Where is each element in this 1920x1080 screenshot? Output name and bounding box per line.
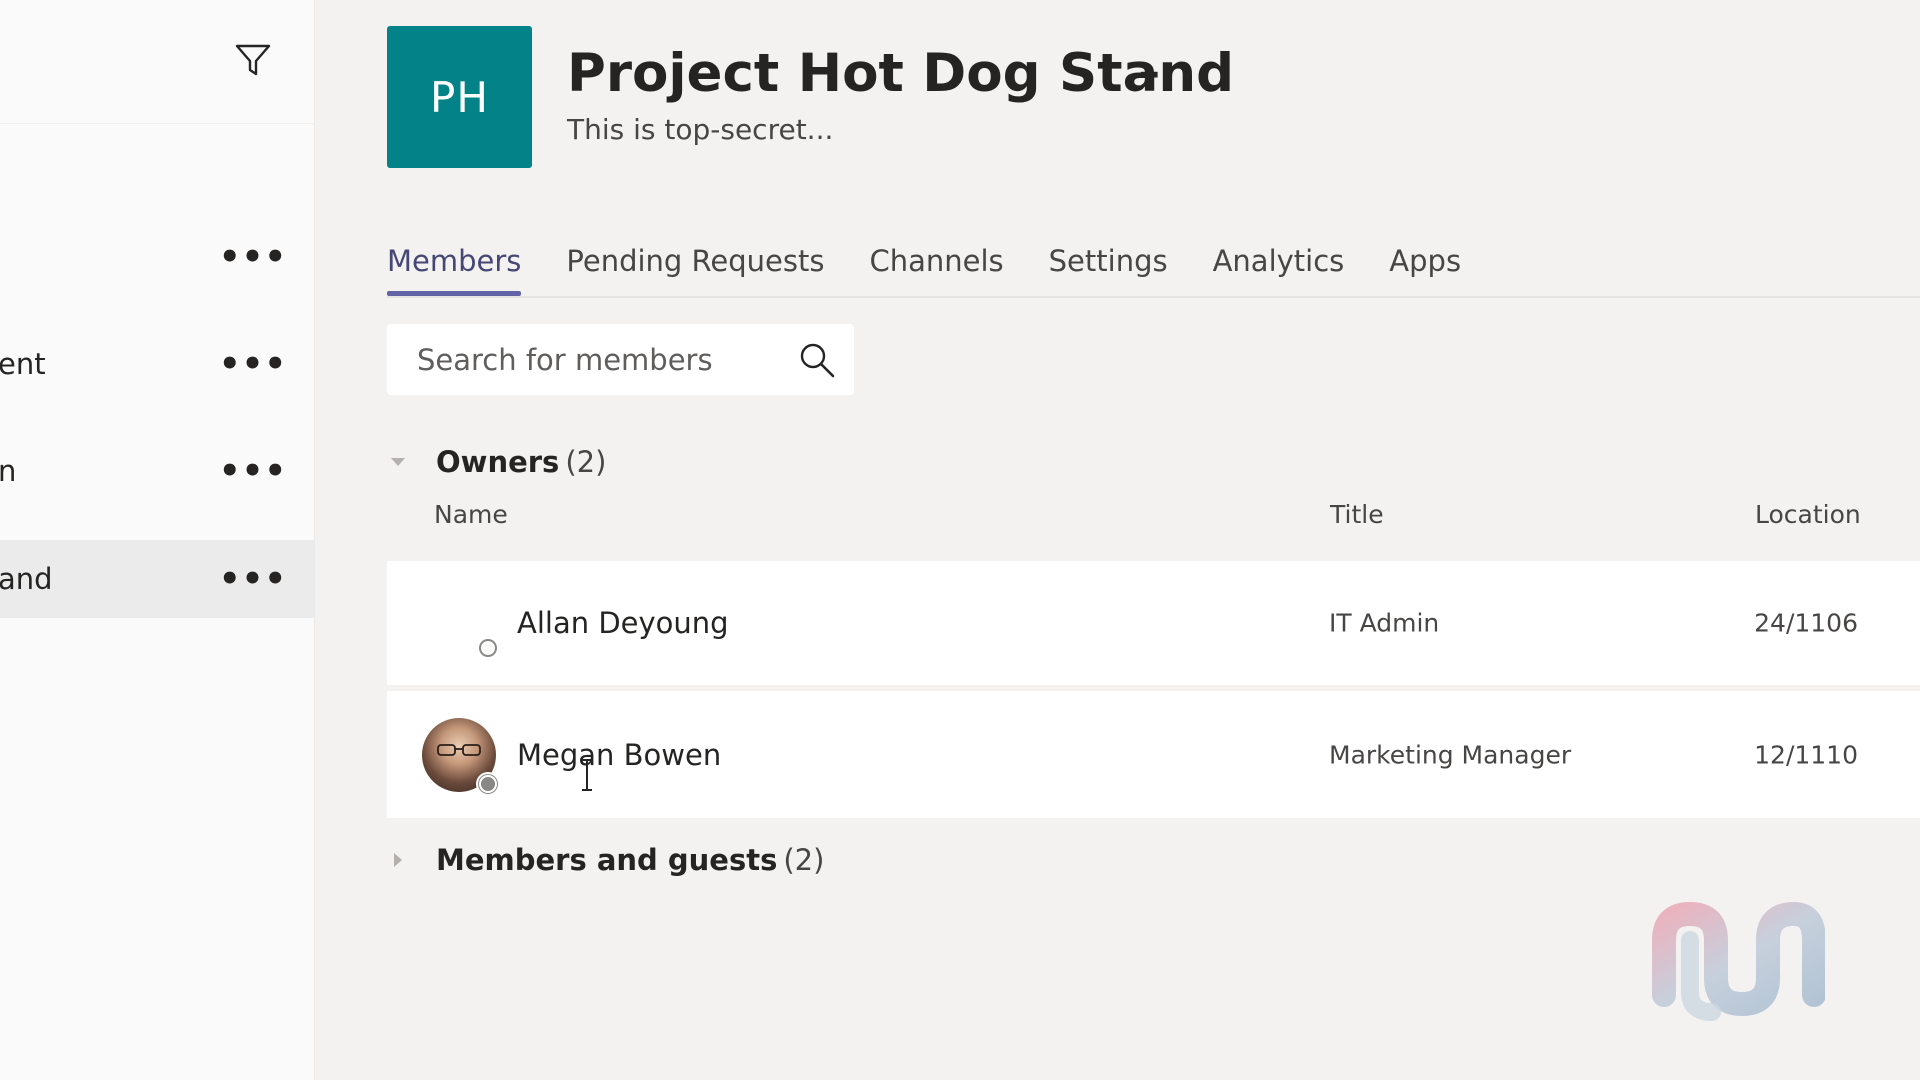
presence-status-icon — [476, 636, 500, 660]
tab-pending-requests[interactable]: Pending Requests — [566, 240, 824, 296]
caret-down-icon — [383, 447, 413, 477]
member-title: Marketing Manager — [1329, 740, 1572, 769]
more-options-button[interactable]: ••• — [219, 237, 286, 277]
member-name[interactable]: Megan Bowen — [517, 738, 721, 772]
team-tabs: Members Pending Requests Channels Settin… — [387, 240, 1461, 296]
team-avatar: PH — [387, 26, 532, 168]
sidebar-team-row[interactable]: ••• — [0, 218, 315, 296]
filter-icon — [235, 44, 271, 76]
column-header-title[interactable]: Title — [1330, 500, 1384, 529]
members-guests-section-toggle[interactable]: Members and guests (2) — [387, 836, 824, 884]
table-row[interactable]: Allan Deyoung IT Admin 24/1106 — [387, 561, 1920, 688]
sidebar-team-label: ent — [0, 347, 46, 381]
search-box — [387, 324, 854, 395]
teams-sidebar: ••• ent ••• n ••• and ••• — [0, 0, 315, 1080]
glasses-icon — [437, 743, 481, 756]
tabs-divider — [387, 296, 1920, 298]
caret-right-icon — [383, 845, 413, 875]
member-location: 12/1110 — [1754, 740, 1858, 769]
member-location: 24/1106 — [1754, 608, 1858, 638]
column-header-name[interactable]: Name — [434, 500, 508, 529]
team-more-options-button[interactable]: ··· — [1130, 52, 1180, 100]
tab-apps[interactable]: Apps — [1389, 240, 1461, 296]
tab-settings[interactable]: Settings — [1049, 240, 1168, 296]
owners-section-title: Owners — [436, 445, 560, 479]
sidebar-team-row[interactable]: n ••• — [0, 432, 315, 510]
more-options-button[interactable]: ••• — [219, 344, 286, 384]
avatar-photo — [422, 717, 500, 796]
member-name[interactable]: Allan Deyoung — [517, 606, 729, 640]
members-guests-section-count: (2) — [783, 843, 825, 877]
sidebar-team-row-selected[interactable]: and ••• — [0, 540, 315, 618]
sidebar-team-label: n — [0, 454, 17, 488]
member-title: IT Admin — [1329, 608, 1440, 638]
tab-analytics[interactable]: Analytics — [1213, 240, 1345, 296]
sidebar-team-row[interactable]: ent ••• — [0, 325, 315, 403]
team-description: This is top-secret... — [567, 113, 834, 146]
column-header-location[interactable]: Location — [1755, 500, 1861, 529]
avatar[interactable] — [422, 717, 500, 796]
watermark-logo-icon — [1652, 901, 1825, 1021]
sidebar-header — [0, 0, 315, 124]
owners-section-count: (2) — [565, 445, 607, 479]
tab-members[interactable]: Members — [387, 240, 522, 296]
tab-channels[interactable]: Channels — [869, 240, 1003, 296]
owners-section-toggle[interactable]: Owners (2) — [387, 438, 606, 486]
search-input[interactable] — [387, 324, 787, 395]
filter-button[interactable] — [229, 36, 277, 84]
more-options-button[interactable]: ••• — [219, 451, 286, 491]
more-options-button[interactable]: ••• — [219, 559, 286, 599]
avatar-placeholder — [422, 586, 500, 660]
sidebar-team-label: and — [0, 562, 53, 596]
members-guests-section-title: Members and guests — [436, 843, 778, 877]
table-row[interactable]: Megan Bowen Marketing Manager 12/1110 — [387, 691, 1920, 818]
search-icon[interactable] — [797, 340, 837, 380]
presence-status-icon — [476, 771, 500, 796]
